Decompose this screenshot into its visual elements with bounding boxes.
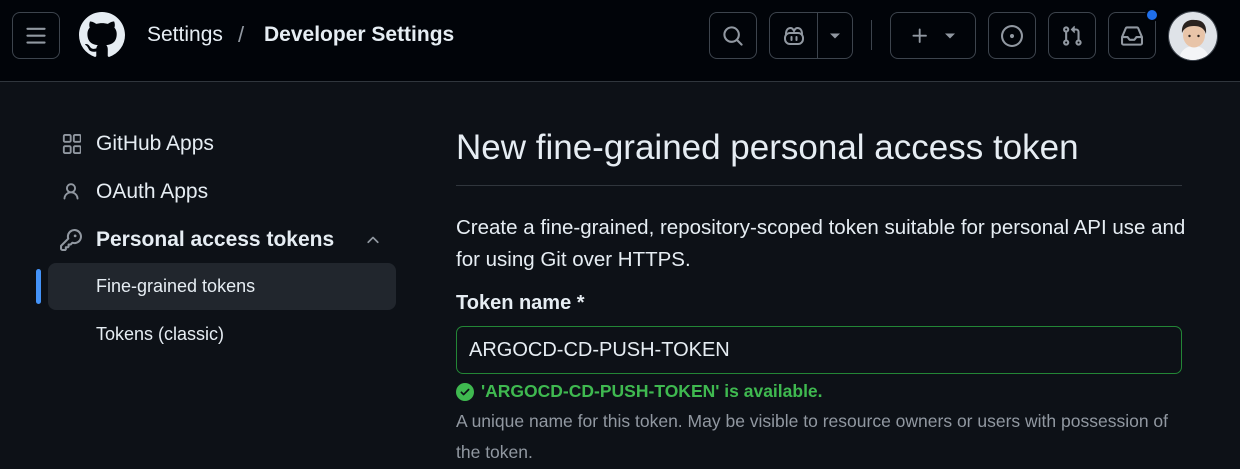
issue-opened-icon: [1001, 24, 1023, 47]
search-icon: [723, 25, 743, 46]
availability-text: 'ARGOCD-CD-PUSH-TOKEN' is available.: [481, 381, 823, 401]
sidebar-item-fine-grained-tokens[interactable]: Fine-grained tokens: [48, 263, 396, 310]
chevron-up-icon[interactable]: [364, 231, 382, 254]
person-icon: [60, 181, 82, 203]
hamburger-icon: [26, 27, 46, 44]
copilot-button-group: [769, 12, 853, 59]
check-circle-fill-icon: [456, 382, 474, 401]
token-name-label: Token name *: [456, 292, 585, 314]
menu-button[interactable]: [12, 12, 60, 59]
triangle-down-icon: [945, 33, 955, 38]
sidebar-item-label: GitHub Apps: [96, 132, 214, 155]
git-pull-request-icon: [1063, 25, 1082, 46]
sidebar-item-oauth-apps[interactable]: OAuth Apps: [48, 169, 396, 215]
page-description: Create a fine-grained, repository-scoped…: [456, 216, 1186, 271]
triangle-down-icon: [830, 33, 840, 38]
sidebar-item-label: OAuth Apps: [96, 180, 209, 203]
inbox-icon: [1121, 25, 1143, 46]
sidebar-item-label: Personal access tokens: [96, 228, 335, 251]
breadcrumb-settings-link[interactable]: Settings: [147, 23, 223, 47]
issues-button[interactable]: [988, 12, 1036, 59]
sidebar-item-personal-access-tokens[interactable]: Personal access tokens: [48, 217, 396, 263]
breadcrumb-developer-settings[interactable]: Developer Settings: [264, 23, 454, 47]
apps-icon: [60, 133, 82, 155]
user-avatar[interactable]: [1168, 11, 1218, 61]
key-icon: [60, 229, 82, 251]
plus-icon: [912, 28, 927, 43]
active-indicator: [36, 269, 41, 304]
github-logo-icon[interactable]: [78, 12, 125, 58]
sidebar-item-tokens-classic[interactable]: Tokens (classic): [48, 311, 396, 357]
availability-message: 'ARGOCD-CD-PUSH-TOKEN' is available.: [456, 381, 823, 402]
copilot-icon: [783, 26, 804, 45]
copilot-menu-button[interactable]: [818, 13, 852, 58]
copilot-button[interactable]: [770, 13, 818, 58]
top-header: Settings / Developer Settings: [0, 0, 1240, 82]
search-button[interactable]: [709, 12, 757, 59]
notification-indicator: [1145, 8, 1159, 22]
sidebar-item-github-apps[interactable]: GitHub Apps: [48, 121, 396, 167]
token-name-help-text: A unique name for this token. May be vis…: [456, 411, 1169, 462]
title-divider: [456, 185, 1182, 186]
header-divider: [871, 20, 872, 50]
sidebar-item-label: Fine-grained tokens: [96, 276, 256, 296]
page-title: New fine-grained personal access token: [456, 128, 1079, 167]
token-name-input[interactable]: [456, 326, 1182, 374]
sidebar-item-label: Tokens (classic): [96, 323, 225, 344]
create-new-button[interactable]: [890, 12, 976, 59]
breadcrumb-separator: /: [238, 22, 245, 47]
pull-requests-button[interactable]: [1048, 12, 1096, 59]
